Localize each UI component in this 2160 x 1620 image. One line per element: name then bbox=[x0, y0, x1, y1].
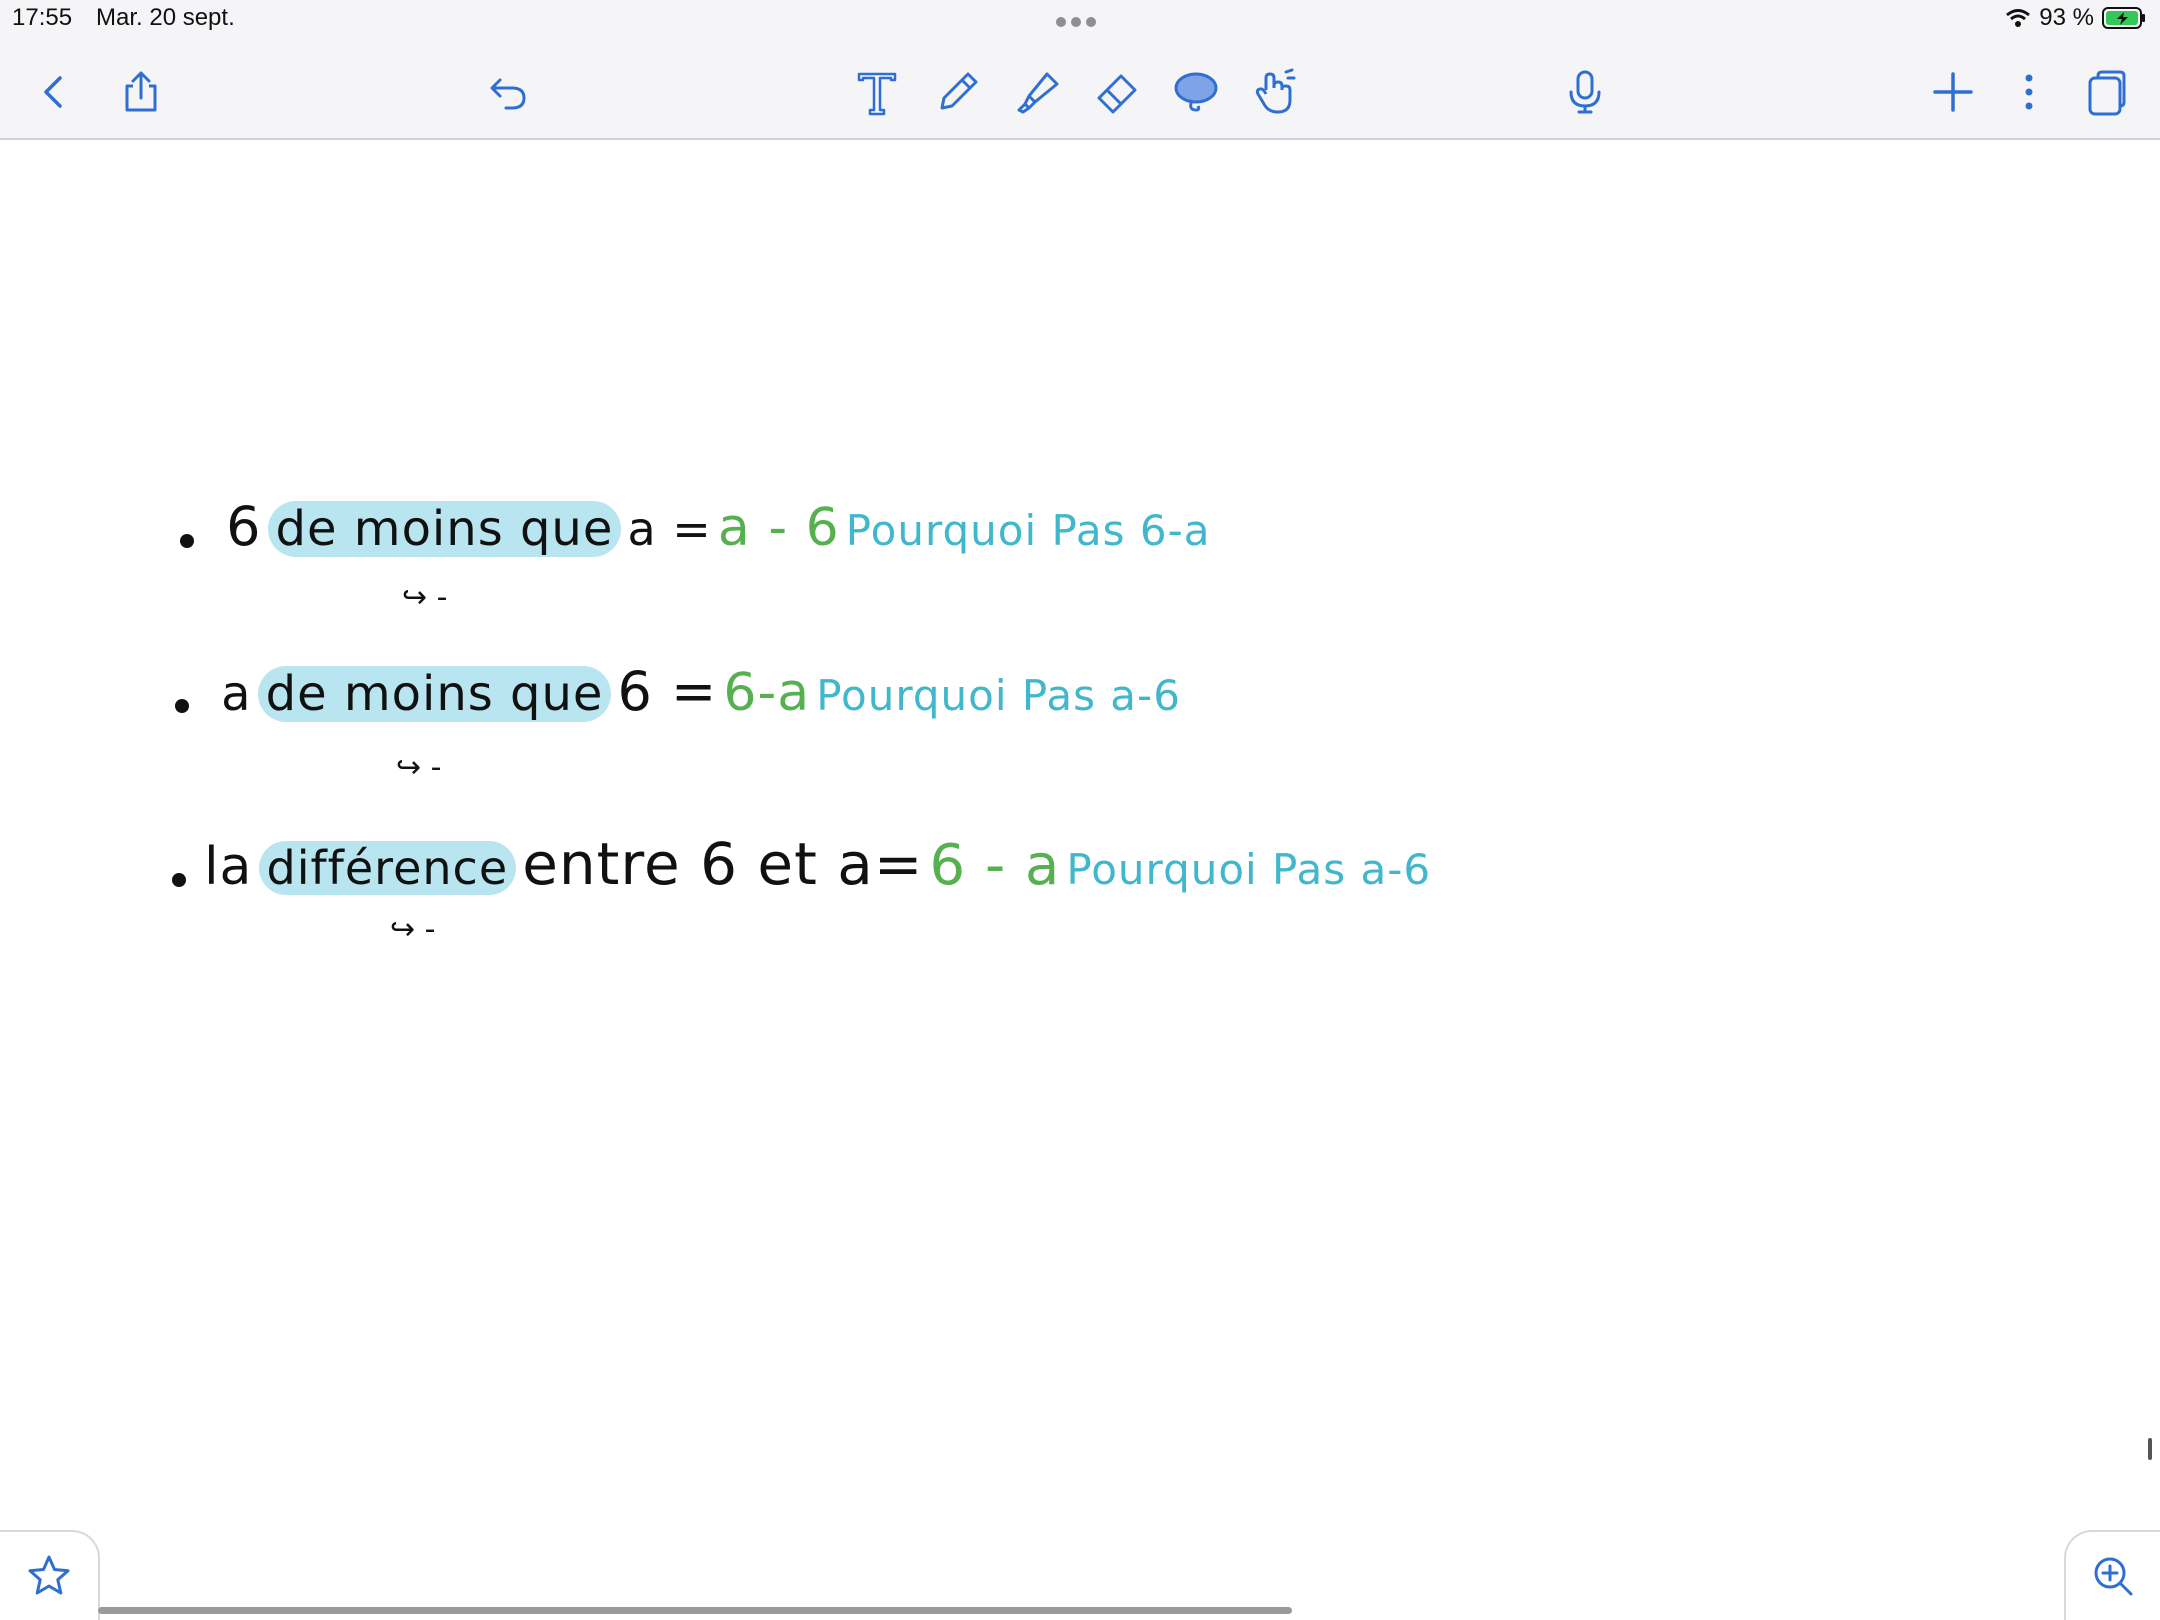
note-line-answer: 6-a bbox=[723, 663, 811, 723]
note-line-lead: la bbox=[204, 837, 253, 897]
note-line-highlight: de moins que bbox=[267, 501, 622, 557]
note-line-rest: a = bbox=[627, 502, 712, 556]
note-line-answer: a - 6 bbox=[717, 498, 840, 558]
note-line-question: Pourquoi Pas a-6 bbox=[816, 671, 1181, 720]
favorite-button[interactable] bbox=[0, 1530, 100, 1620]
horizontal-scrollbar[interactable] bbox=[98, 1607, 1292, 1614]
note-line-question: Pourquoi Pas a-6 bbox=[1066, 845, 1432, 894]
share-button[interactable] bbox=[115, 66, 167, 118]
more-button[interactable] bbox=[2003, 66, 2055, 118]
bullet bbox=[175, 698, 189, 713]
minus-annotation: ↪ - bbox=[402, 580, 448, 615]
lasso-tool-button[interactable] bbox=[1170, 66, 1222, 118]
star-icon bbox=[28, 1555, 70, 1595]
note-line-highlight: de moins que bbox=[257, 666, 612, 722]
battery-percent: 93 % bbox=[2039, 4, 2094, 31]
pages-button[interactable] bbox=[2080, 66, 2132, 118]
page-edge-marker bbox=[2148, 1438, 2152, 1460]
text-tool-button[interactable] bbox=[851, 66, 903, 118]
text-tool-icon bbox=[857, 72, 897, 116]
eraser-tool-button[interactable] bbox=[1091, 66, 1143, 118]
add-button[interactable] bbox=[1927, 66, 1979, 118]
status-bar: 17:55 Mar. 20 sept. 93 % bbox=[0, 0, 2160, 40]
status-date: Mar. 20 sept. bbox=[96, 4, 235, 31]
zoom-in-icon bbox=[2094, 1557, 2133, 1596]
status-right: 93 % bbox=[2005, 4, 2146, 32]
share-icon bbox=[125, 71, 157, 112]
lasso-icon bbox=[1174, 72, 1218, 112]
undo-icon bbox=[490, 78, 526, 110]
microphone-icon bbox=[1569, 70, 1601, 114]
hand-touch-icon bbox=[1255, 68, 1296, 114]
battery-charging-icon bbox=[2102, 7, 2145, 29]
undo-button[interactable] bbox=[482, 66, 534, 118]
note-line-rest: entre 6 et a= bbox=[522, 830, 924, 898]
pen-icon bbox=[940, 72, 978, 110]
zoom-button[interactable] bbox=[2064, 1530, 2160, 1620]
pages-icon bbox=[2088, 70, 2126, 116]
note-line-2: a de moins que 6 = 6-a Pourquoi Pas a-6 bbox=[175, 660, 1181, 723]
pen-tool-button[interactable] bbox=[932, 66, 984, 118]
minus-annotation: ↪ - bbox=[390, 912, 436, 947]
note-canvas[interactable]: 6 de moins que a = a - 6 Pourquoi Pas 6-… bbox=[0, 140, 2160, 1530]
highlighter-icon bbox=[1017, 72, 1059, 114]
eraser-icon bbox=[1097, 74, 1137, 114]
toolbar bbox=[0, 40, 2160, 140]
hand-touch-button[interactable] bbox=[1248, 66, 1300, 118]
bullet bbox=[180, 533, 194, 548]
add-icon bbox=[1933, 72, 1973, 112]
highlighter-tool-button[interactable] bbox=[1011, 66, 1063, 118]
note-line-highlight: différence bbox=[258, 841, 517, 895]
note-line-lead: 6 bbox=[226, 495, 262, 558]
back-chevron-icon bbox=[44, 76, 62, 108]
status-time: 17:55 bbox=[12, 4, 73, 31]
microphone-button[interactable] bbox=[1559, 66, 1611, 118]
minus-annotation: ↪ - bbox=[396, 750, 442, 785]
note-line-question: Pourquoi Pas 6-a bbox=[845, 506, 1211, 555]
more-icon bbox=[2025, 74, 2033, 110]
note-line-rest: 6 = bbox=[617, 660, 718, 723]
note-line-1: 6 de moins que a = a - 6 Pourquoi Pas 6-… bbox=[180, 495, 1211, 558]
note-line-lead: a bbox=[221, 666, 252, 722]
wifi-icon bbox=[2006, 9, 2031, 27]
bullet bbox=[172, 872, 186, 887]
note-line-3: la différence entre 6 et a= 6 - a Pourqu… bbox=[172, 830, 1431, 898]
back-button[interactable] bbox=[28, 66, 80, 118]
note-line-answer: 6 - a bbox=[929, 833, 1061, 898]
multitasking-grabber[interactable] bbox=[1056, 17, 1104, 31]
